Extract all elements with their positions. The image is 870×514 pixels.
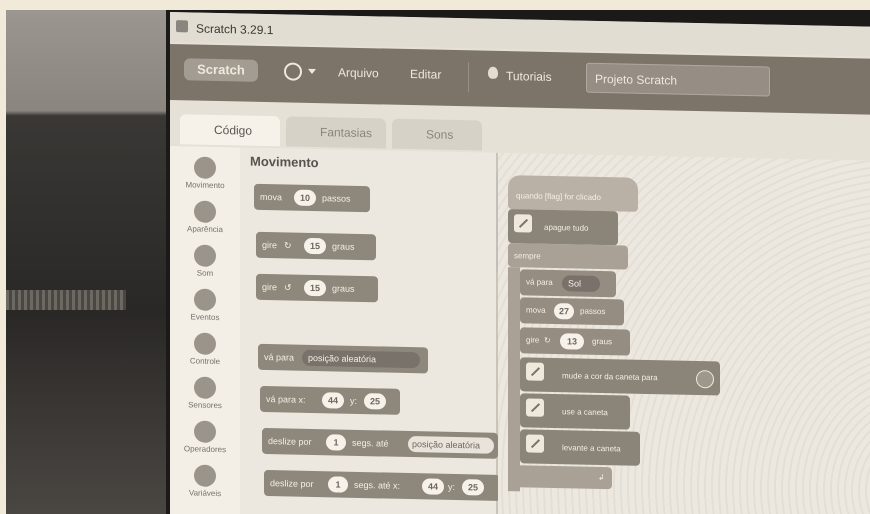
category-menu: Movimento Aparência Som Eventos Controle… [170,146,240,514]
category-dot-icon [194,200,216,223]
tab-sounds-label: Sons [426,127,454,142]
script-pen-up-block[interactable]: levante a caneta [520,429,640,466]
globe-icon[interactable] [284,62,302,81]
script-pen-down-block[interactable]: use a caneta [520,393,630,430]
pen-icon [526,398,544,417]
scratch-window: Scratch 3.29.1 Scratch Arquivo Editar Tu… [170,12,870,514]
script-goto-block[interactable]: vá para Sol [520,269,616,298]
block-palette: Movimento mova 10 passos gire ↻ 15 graus… [240,147,500,514]
chevron-down-icon[interactable] [308,68,316,75]
tab-code-label: Código [214,122,253,138]
rotate-left-icon: ↺ [284,282,292,293]
project-title-input[interactable]: Projeto Scratch [586,62,770,97]
category-control[interactable]: Controle [170,326,240,371]
tab-sounds[interactable]: Sons [392,118,482,151]
code-area[interactable]: quando [flag] for clicado apague tudo se… [498,152,870,514]
pen-color-swatch[interactable] [696,370,714,389]
tab-costumes-label: Fantasias [320,125,373,141]
tab-code[interactable]: Código [180,114,280,147]
block-glide-xy[interactable]: deslize por 1 segs. até x: 44 y: 25 [264,469,500,501]
menu-edit[interactable]: Editar [410,67,441,82]
category-sensing[interactable]: Sensores [170,370,240,415]
menu-bar: Scratch Arquivo Editar Tutoriais Projeto… [170,44,870,115]
category-dot-icon [194,288,216,311]
category-operators[interactable]: Operadores [170,414,240,459]
category-motion[interactable]: Movimento [170,150,240,195]
rotate-right-icon: ↻ [284,240,292,251]
category-events[interactable]: Eventos [170,282,240,327]
menu-tutorials[interactable]: Tutoriais [506,69,552,84]
loop-arrow-icon: ↲ [598,472,605,483]
app-icon [176,20,188,33]
forever-loop-arm [508,267,520,492]
script-set-pen-color-block[interactable]: mude a cor da caneta para [520,357,720,396]
rotate-right-icon: ↻ [544,335,551,345]
background-device [6,290,126,310]
script-hat-block[interactable]: quando [flag] for clicado [508,175,638,212]
category-variables[interactable]: Variáveis [170,458,240,503]
pen-icon [526,434,544,453]
menu-divider [468,62,469,93]
category-dot-icon [194,376,216,399]
script-move-block[interactable]: mova 27 passos [520,297,624,326]
tab-costumes[interactable]: Fantasias [286,116,386,149]
block-glide[interactable]: deslize por 1 segs. até posição aleatóri… [262,427,498,459]
block-move[interactable]: mova 10 passos [254,183,370,213]
script-turn-block[interactable]: gire ↻ 13 graus [520,327,630,356]
palette-title: Movimento [250,153,319,171]
menu-file[interactable]: Arquivo [338,66,379,81]
category-sound[interactable]: Som [170,238,240,283]
category-dot-icon [194,156,216,179]
pen-icon [526,362,544,381]
category-dot-icon [194,464,216,487]
block-turn-left[interactable]: gire ↺ 15 graus [256,273,378,303]
lightbulb-icon [488,66,498,79]
category-dot-icon [194,244,216,267]
script-clear-block[interactable]: apague tudo [508,209,618,246]
script-forever-end: ↲ [508,465,612,490]
window-title: Scratch 3.29.1 [196,21,274,38]
category-looks[interactable]: Aparência [170,194,240,239]
block-turn-right[interactable]: gire ↻ 15 graus [256,231,376,261]
photo: Scratch 3.29.1 Scratch Arquivo Editar Tu… [0,0,870,514]
block-goto-xy[interactable]: vá para x: 44 y: 25 [260,385,400,415]
scratch-logo[interactable]: Scratch [184,58,258,82]
script-forever-block[interactable]: sempre [508,243,628,270]
pen-icon [514,214,532,233]
category-dot-icon [194,420,216,443]
category-dot-icon [194,332,216,355]
background-room [6,10,166,514]
block-goto[interactable]: vá para posição aleatória [258,343,428,374]
